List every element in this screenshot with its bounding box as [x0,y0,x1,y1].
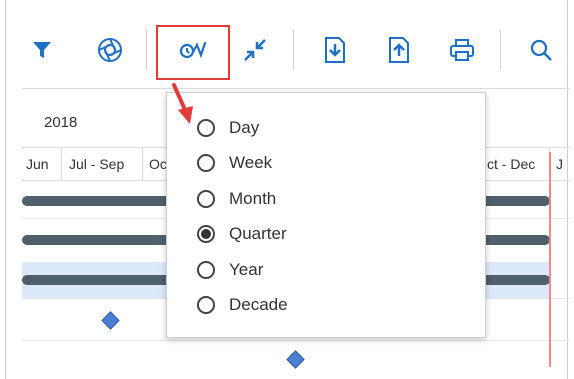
option-label: Decade [229,295,288,314]
toolbar-separator [293,30,294,70]
year-label: 2018 [44,114,78,131]
search-icon [530,39,552,61]
print-button[interactable] [440,28,484,72]
period-label: Jul - Sep [69,156,125,172]
period-label: ct - Dec [487,156,536,172]
aperture-button[interactable] [88,28,132,72]
search-button[interactable] [519,28,563,72]
scale-option-year[interactable]: Year [197,258,263,282]
filter-button[interactable] [20,28,64,72]
toolbar-separator [146,30,147,70]
export-button[interactable] [377,28,421,72]
collapse-arrows-icon [244,39,266,61]
radio-unselected[interactable] [197,261,215,279]
pointer-arrow-icon [172,83,193,124]
toolbar [0,0,574,90]
highlight-frame [156,25,230,80]
option-label: Day [229,118,260,137]
import-button[interactable] [313,28,357,72]
export-icon [389,37,409,63]
radio-selected[interactable] [197,225,215,243]
period-divider [142,148,143,181]
scale-option-month[interactable]: Month [197,187,276,211]
today-marker [549,152,551,367]
option-label: Quarter [229,224,287,243]
option-label: Year [229,260,264,279]
period-label: Jun [26,156,49,172]
radio-unselected[interactable] [197,190,215,208]
period-label: Oc [149,156,167,172]
collapse-button[interactable] [233,28,277,72]
scale-option-quarter[interactable]: Quarter [197,222,287,246]
option-label: Week [229,153,273,172]
period-divider [61,148,62,181]
printer-icon [450,39,474,61]
header-divider [22,88,570,89]
import-icon [325,37,345,63]
filter-icon [33,42,51,58]
toolbar-separator [500,30,501,70]
period-label: J [556,156,563,172]
option-label: Month [229,189,277,208]
scale-option-week[interactable]: Week [197,151,272,175]
radio-unselected[interactable] [197,296,215,314]
radio-unselected[interactable] [197,154,215,172]
aperture-icon [98,38,122,62]
scale-option-decade[interactable]: Decade [197,293,288,317]
timescale-menu: Day Week Month Quarter Year Decade [166,92,486,338]
scale-option-day[interactable]: Day [197,116,259,140]
grid-row-line [22,340,570,341]
